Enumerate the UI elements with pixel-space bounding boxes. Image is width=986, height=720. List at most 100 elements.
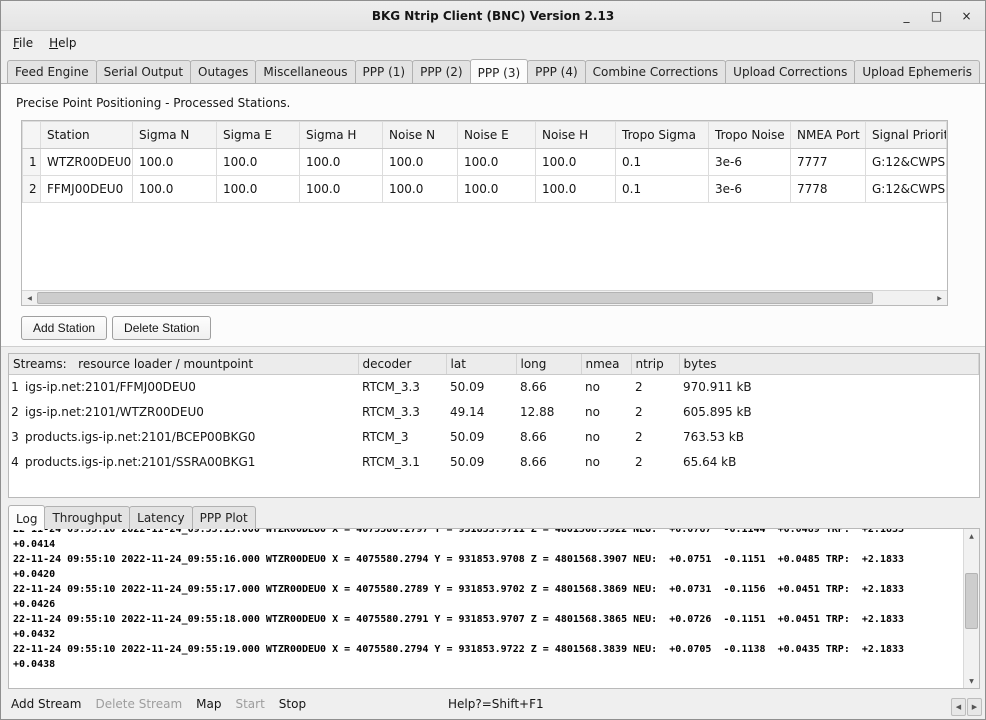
log-vscrollbar[interactable]: ▲ ▼	[963, 529, 979, 688]
tab-scroll-left-icon[interactable]: ◀	[951, 698, 966, 716]
streams-col-header[interactable]: bytes	[679, 354, 979, 375]
statusbar-action[interactable]: Add Stream	[11, 697, 81, 711]
stream-bytes[interactable]: 763.53 kB	[679, 425, 979, 450]
bottom-tab[interactable]: PPP Plot	[192, 506, 256, 529]
stream-long[interactable]: 8.66	[516, 425, 581, 450]
main-tab[interactable]: Feed Engine	[7, 60, 97, 83]
statusbar-action[interactable]: Map	[196, 697, 221, 711]
scroll-right-icon[interactable]: ▶	[932, 291, 947, 305]
stream-mountpoint[interactable]: products.igs-ip.net:2101/SSRA00BKG1	[21, 450, 358, 475]
main-tab[interactable]: Outages	[190, 60, 256, 83]
main-tab[interactable]: Upload Corrections	[725, 60, 855, 83]
bottom-tab[interactable]: Throughput	[44, 506, 130, 529]
station-cell[interactable]: 100.0	[133, 149, 217, 176]
station-cell[interactable]: 100.0	[300, 176, 383, 203]
stream-decoder[interactable]: RTCM_3	[358, 425, 446, 450]
maximize-icon[interactable]: □	[930, 9, 943, 23]
stations-col-header[interactable]: Station	[41, 122, 133, 149]
log-output[interactable]: 22-11-24 09:55:10 2022-11-24_09:55:15.00…	[13, 528, 961, 688]
stream-mountpoint[interactable]: products.igs-ip.net:2101/BCEP00BKG0	[21, 425, 358, 450]
menu-item[interactable]: Help	[41, 33, 84, 53]
station-cell[interactable]: 100.0	[217, 176, 300, 203]
streams-col-header[interactable]: decoder	[358, 354, 446, 375]
stream-lat[interactable]: 50.09	[446, 375, 516, 401]
delete-station-button[interactable]: Delete Station	[112, 316, 211, 340]
main-tab[interactable]: Serial Output	[96, 60, 191, 83]
scroll-down-icon[interactable]: ▼	[964, 674, 979, 688]
stream-long[interactable]: 8.66	[516, 375, 581, 401]
stream-row[interactable]: 1 igs-ip.net:2101/FFMJ00DEU0 RTCM_3.3 50…	[9, 375, 979, 401]
stream-decoder[interactable]: RTCM_3.3	[358, 400, 446, 425]
stream-bytes[interactable]: 970.911 kB	[679, 375, 979, 401]
stations-col-header[interactable]: Noise H	[536, 122, 616, 149]
station-cell[interactable]: 100.0	[300, 149, 383, 176]
vscroll-thumb[interactable]	[965, 573, 978, 629]
scroll-up-icon[interactable]: ▲	[964, 529, 979, 543]
stream-long[interactable]: 8.66	[516, 450, 581, 475]
stations-col-header[interactable]: Sigma E	[217, 122, 300, 149]
station-cell[interactable]: 100.0	[383, 149, 458, 176]
stream-row[interactable]: 3 products.igs-ip.net:2101/BCEP00BKG0 RT…	[9, 425, 979, 450]
station-row[interactable]: 1 WTZR00DEU0 100.0 100.0 100.0 100.0 100…	[23, 149, 947, 176]
stream-nmea[interactable]: no	[581, 425, 631, 450]
close-icon[interactable]: ×	[960, 9, 973, 23]
stream-bytes[interactable]: 65.64 kB	[679, 450, 979, 475]
station-cell[interactable]: 100.0	[536, 149, 616, 176]
station-cell[interactable]: 100.0	[133, 176, 217, 203]
stream-nmea[interactable]: no	[581, 400, 631, 425]
stream-row[interactable]: 2 igs-ip.net:2101/WTZR00DEU0 RTCM_3.3 49…	[9, 400, 979, 425]
scroll-left-icon[interactable]: ◀	[22, 291, 37, 305]
minimize-icon[interactable]: _	[900, 9, 913, 23]
main-tab[interactable]: Upload Ephemeris	[854, 60, 980, 83]
tab-scroll-right-icon[interactable]: ▶	[967, 698, 982, 716]
bottom-tab[interactable]: Log	[8, 505, 45, 530]
streams-main-header[interactable]: Streams: resource loader / mountpoint	[9, 354, 358, 375]
streams-col-header[interactable]: lat	[446, 354, 516, 375]
streams-col-header[interactable]: ntrip	[631, 354, 679, 375]
stations-col-header[interactable]: Sigma N	[133, 122, 217, 149]
stream-bytes[interactable]: 605.895 kB	[679, 400, 979, 425]
station-cell[interactable]: 0.1	[616, 149, 709, 176]
station-cell[interactable]: 100.0	[458, 149, 536, 176]
station-cell[interactable]: 3e-6	[709, 176, 791, 203]
stations-col-header[interactable]: Tropo Noise	[709, 122, 791, 149]
stations-hscrollbar[interactable]: ◀ ▶	[22, 290, 947, 305]
stream-lat[interactable]: 49.14	[446, 400, 516, 425]
streams-col-header[interactable]: nmea	[581, 354, 631, 375]
main-tab[interactable]: PPP (3)	[470, 59, 529, 84]
station-cell[interactable]: 100.0	[536, 176, 616, 203]
stations-col-header[interactable]: NMEA Port	[791, 122, 866, 149]
add-station-button[interactable]: Add Station	[21, 316, 107, 340]
station-cell[interactable]: 100.0	[383, 176, 458, 203]
streams-col-header[interactable]: long	[516, 354, 581, 375]
main-tab[interactable]: PPP (2)	[412, 60, 471, 83]
stations-col-header[interactable]: Noise E	[458, 122, 536, 149]
stream-row[interactable]: 4 products.igs-ip.net:2101/SSRA00BKG1 RT…	[9, 450, 979, 475]
stream-nmea[interactable]: no	[581, 375, 631, 401]
station-cell[interactable]: 100.0	[217, 149, 300, 176]
menu-item[interactable]: File	[5, 33, 41, 53]
station-cell[interactable]: 7778	[791, 176, 866, 203]
stream-ntrip[interactable]: 2	[631, 375, 679, 401]
station-cell[interactable]: 100.0	[458, 176, 536, 203]
stream-nmea[interactable]: no	[581, 450, 631, 475]
stream-long[interactable]: 12.88	[516, 400, 581, 425]
station-cell[interactable]: WTZR00DEU0	[41, 149, 133, 176]
stations-col-header[interactable]: Sigma H	[300, 122, 383, 149]
stream-ntrip[interactable]: 2	[631, 450, 679, 475]
main-tab[interactable]: PPP (1)	[355, 60, 414, 83]
stations-col-header[interactable]: Tropo Sigma	[616, 122, 709, 149]
station-cell[interactable]: 0.1	[616, 176, 709, 203]
stations-col-header[interactable]: Signal Priorities	[866, 122, 947, 149]
stream-lat[interactable]: 50.09	[446, 450, 516, 475]
stream-mountpoint[interactable]: igs-ip.net:2101/WTZR00DEU0	[21, 400, 358, 425]
station-cell[interactable]: G:12&CWPSLX R:12	[866, 149, 947, 176]
stream-ntrip[interactable]: 2	[631, 425, 679, 450]
bottom-tab[interactable]: Latency	[129, 506, 192, 529]
main-tab[interactable]: Miscellaneous	[255, 60, 355, 83]
stream-decoder[interactable]: RTCM_3.3	[358, 375, 446, 401]
stream-ntrip[interactable]: 2	[631, 400, 679, 425]
stations-col-header[interactable]: Noise N	[383, 122, 458, 149]
stream-mountpoint[interactable]: igs-ip.net:2101/FFMJ00DEU0	[21, 375, 358, 401]
station-cell[interactable]: FFMJ00DEU0	[41, 176, 133, 203]
